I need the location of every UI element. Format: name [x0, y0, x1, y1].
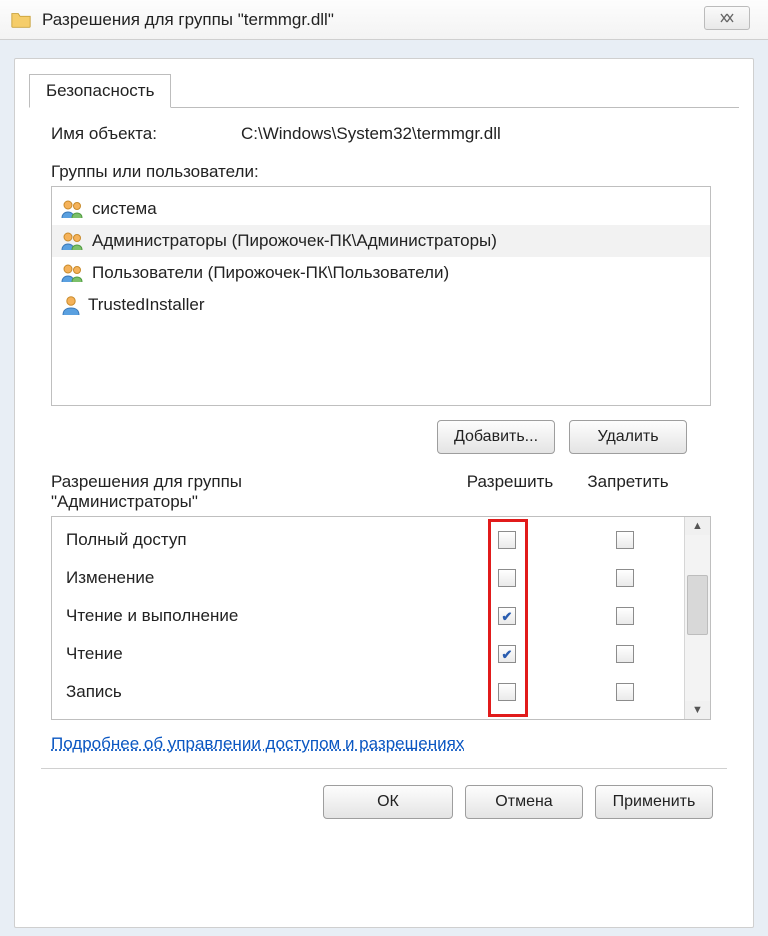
- dialog: Безопасность Имя объекта: C:\Windows\Sys…: [14, 58, 754, 928]
- allow-checkbox[interactable]: [498, 645, 516, 663]
- deny-checkbox[interactable]: [616, 683, 634, 701]
- window-title: Разрешения для группы "termmgr.dll": [42, 10, 334, 30]
- scroll-track[interactable]: [685, 535, 710, 701]
- deny-cell: [566, 569, 684, 587]
- users-icon: [60, 230, 86, 252]
- deny-cell: [566, 645, 684, 663]
- allow-cell: [448, 683, 566, 701]
- group-item[interactable]: Пользователи (Пирожочек-ПК\Пользователи): [52, 257, 710, 289]
- deny-cell: [566, 531, 684, 549]
- allow-checkbox[interactable]: [498, 531, 516, 549]
- tab-security[interactable]: Безопасность: [29, 74, 171, 108]
- permission-label: Чтение: [52, 644, 448, 664]
- permission-label: Полный доступ: [52, 530, 448, 550]
- permission-label: Запись: [52, 682, 448, 702]
- allow-checkbox[interactable]: [498, 607, 516, 625]
- groups-label: Группы или пользователи:: [51, 162, 727, 182]
- column-deny: Запретить: [569, 472, 687, 512]
- permissions-rows: Полный доступ Изменение Чтение и выполнени…: [52, 517, 684, 719]
- group-item[interactable]: TrustedInstaller: [52, 289, 710, 321]
- users-icon: [60, 198, 86, 220]
- close-icon: [719, 12, 735, 24]
- permissions-title: Разрешения для группы "Администраторы": [51, 472, 451, 512]
- permission-row: Чтение: [52, 635, 684, 673]
- permissions-title-prefix: Разрешения для группы: [51, 472, 242, 491]
- deny-checkbox[interactable]: [616, 569, 634, 587]
- group-item-label: TrustedInstaller: [88, 295, 205, 315]
- tab-strip: Безопасность: [29, 73, 753, 107]
- group-item[interactable]: система: [52, 193, 710, 225]
- deny-cell: [566, 607, 684, 625]
- groups-buttons: Добавить... Удалить: [51, 420, 687, 454]
- object-path: C:\Windows\System32\termmgr.dll: [241, 124, 501, 144]
- permission-label: Чтение и выполнение: [52, 606, 448, 626]
- dialog-footer: ОК Отмена Применить: [15, 785, 713, 819]
- learn-more-link[interactable]: Подробнее об управлении доступом и разре…: [51, 734, 464, 753]
- group-item-label: Администраторы (Пирожочек-ПК\Администрат…: [92, 231, 497, 251]
- group-item-label: система: [92, 199, 157, 219]
- remove-button[interactable]: Удалить: [569, 420, 687, 454]
- footer-separator: [41, 768, 727, 769]
- allow-cell: [448, 607, 566, 625]
- deny-checkbox[interactable]: [616, 607, 634, 625]
- scroll-thumb[interactable]: [687, 575, 708, 635]
- object-label: Имя объекта:: [51, 124, 241, 144]
- scroll-up-icon[interactable]: ▲: [692, 517, 703, 535]
- user-icon: [60, 294, 82, 316]
- scroll-down-icon[interactable]: ▼: [692, 701, 703, 719]
- add-button[interactable]: Добавить...: [437, 420, 555, 454]
- group-item-label: Пользователи (Пирожочек-ПК\Пользователи): [92, 263, 449, 283]
- permissions-title-subject: "Администраторы": [51, 492, 198, 511]
- column-allow: Разрешить: [451, 472, 569, 512]
- cancel-button[interactable]: Отмена: [465, 785, 583, 819]
- deny-checkbox[interactable]: [616, 531, 634, 549]
- folder-icon: [10, 9, 32, 31]
- apply-button[interactable]: Применить: [595, 785, 713, 819]
- users-icon: [60, 262, 86, 284]
- allow-checkbox[interactable]: [498, 683, 516, 701]
- allow-cell: [448, 531, 566, 549]
- ok-button[interactable]: ОК: [323, 785, 453, 819]
- groups-listbox[interactable]: система Администраторы (Пирожочек-ПК\Адми…: [51, 186, 711, 406]
- titlebar: Разрешения для группы "termmgr.dll": [0, 0, 768, 40]
- group-item[interactable]: Администраторы (Пирожочек-ПК\Администрат…: [52, 225, 710, 257]
- allow-cell: [448, 645, 566, 663]
- close-button[interactable]: [704, 6, 750, 30]
- scrollbar[interactable]: ▲ ▼: [684, 517, 710, 719]
- deny-checkbox[interactable]: [616, 645, 634, 663]
- permission-row: Полный доступ: [52, 521, 684, 559]
- deny-cell: [566, 683, 684, 701]
- allow-cell: [448, 569, 566, 587]
- allow-checkbox[interactable]: [498, 569, 516, 587]
- object-row: Имя объекта: C:\Windows\System32\termmgr…: [51, 124, 727, 144]
- permission-row: Запись: [52, 673, 684, 711]
- tab-content: Имя объекта: C:\Windows\System32\termmgr…: [15, 108, 753, 754]
- permission-row: Изменение: [52, 559, 684, 597]
- permissions-header: Разрешения для группы "Администраторы" Р…: [51, 472, 687, 512]
- permission-row: Чтение и выполнение: [52, 597, 684, 635]
- permission-label: Изменение: [52, 568, 448, 588]
- permissions-listbox: Полный доступ Изменение Чтение и выполнени…: [51, 516, 711, 720]
